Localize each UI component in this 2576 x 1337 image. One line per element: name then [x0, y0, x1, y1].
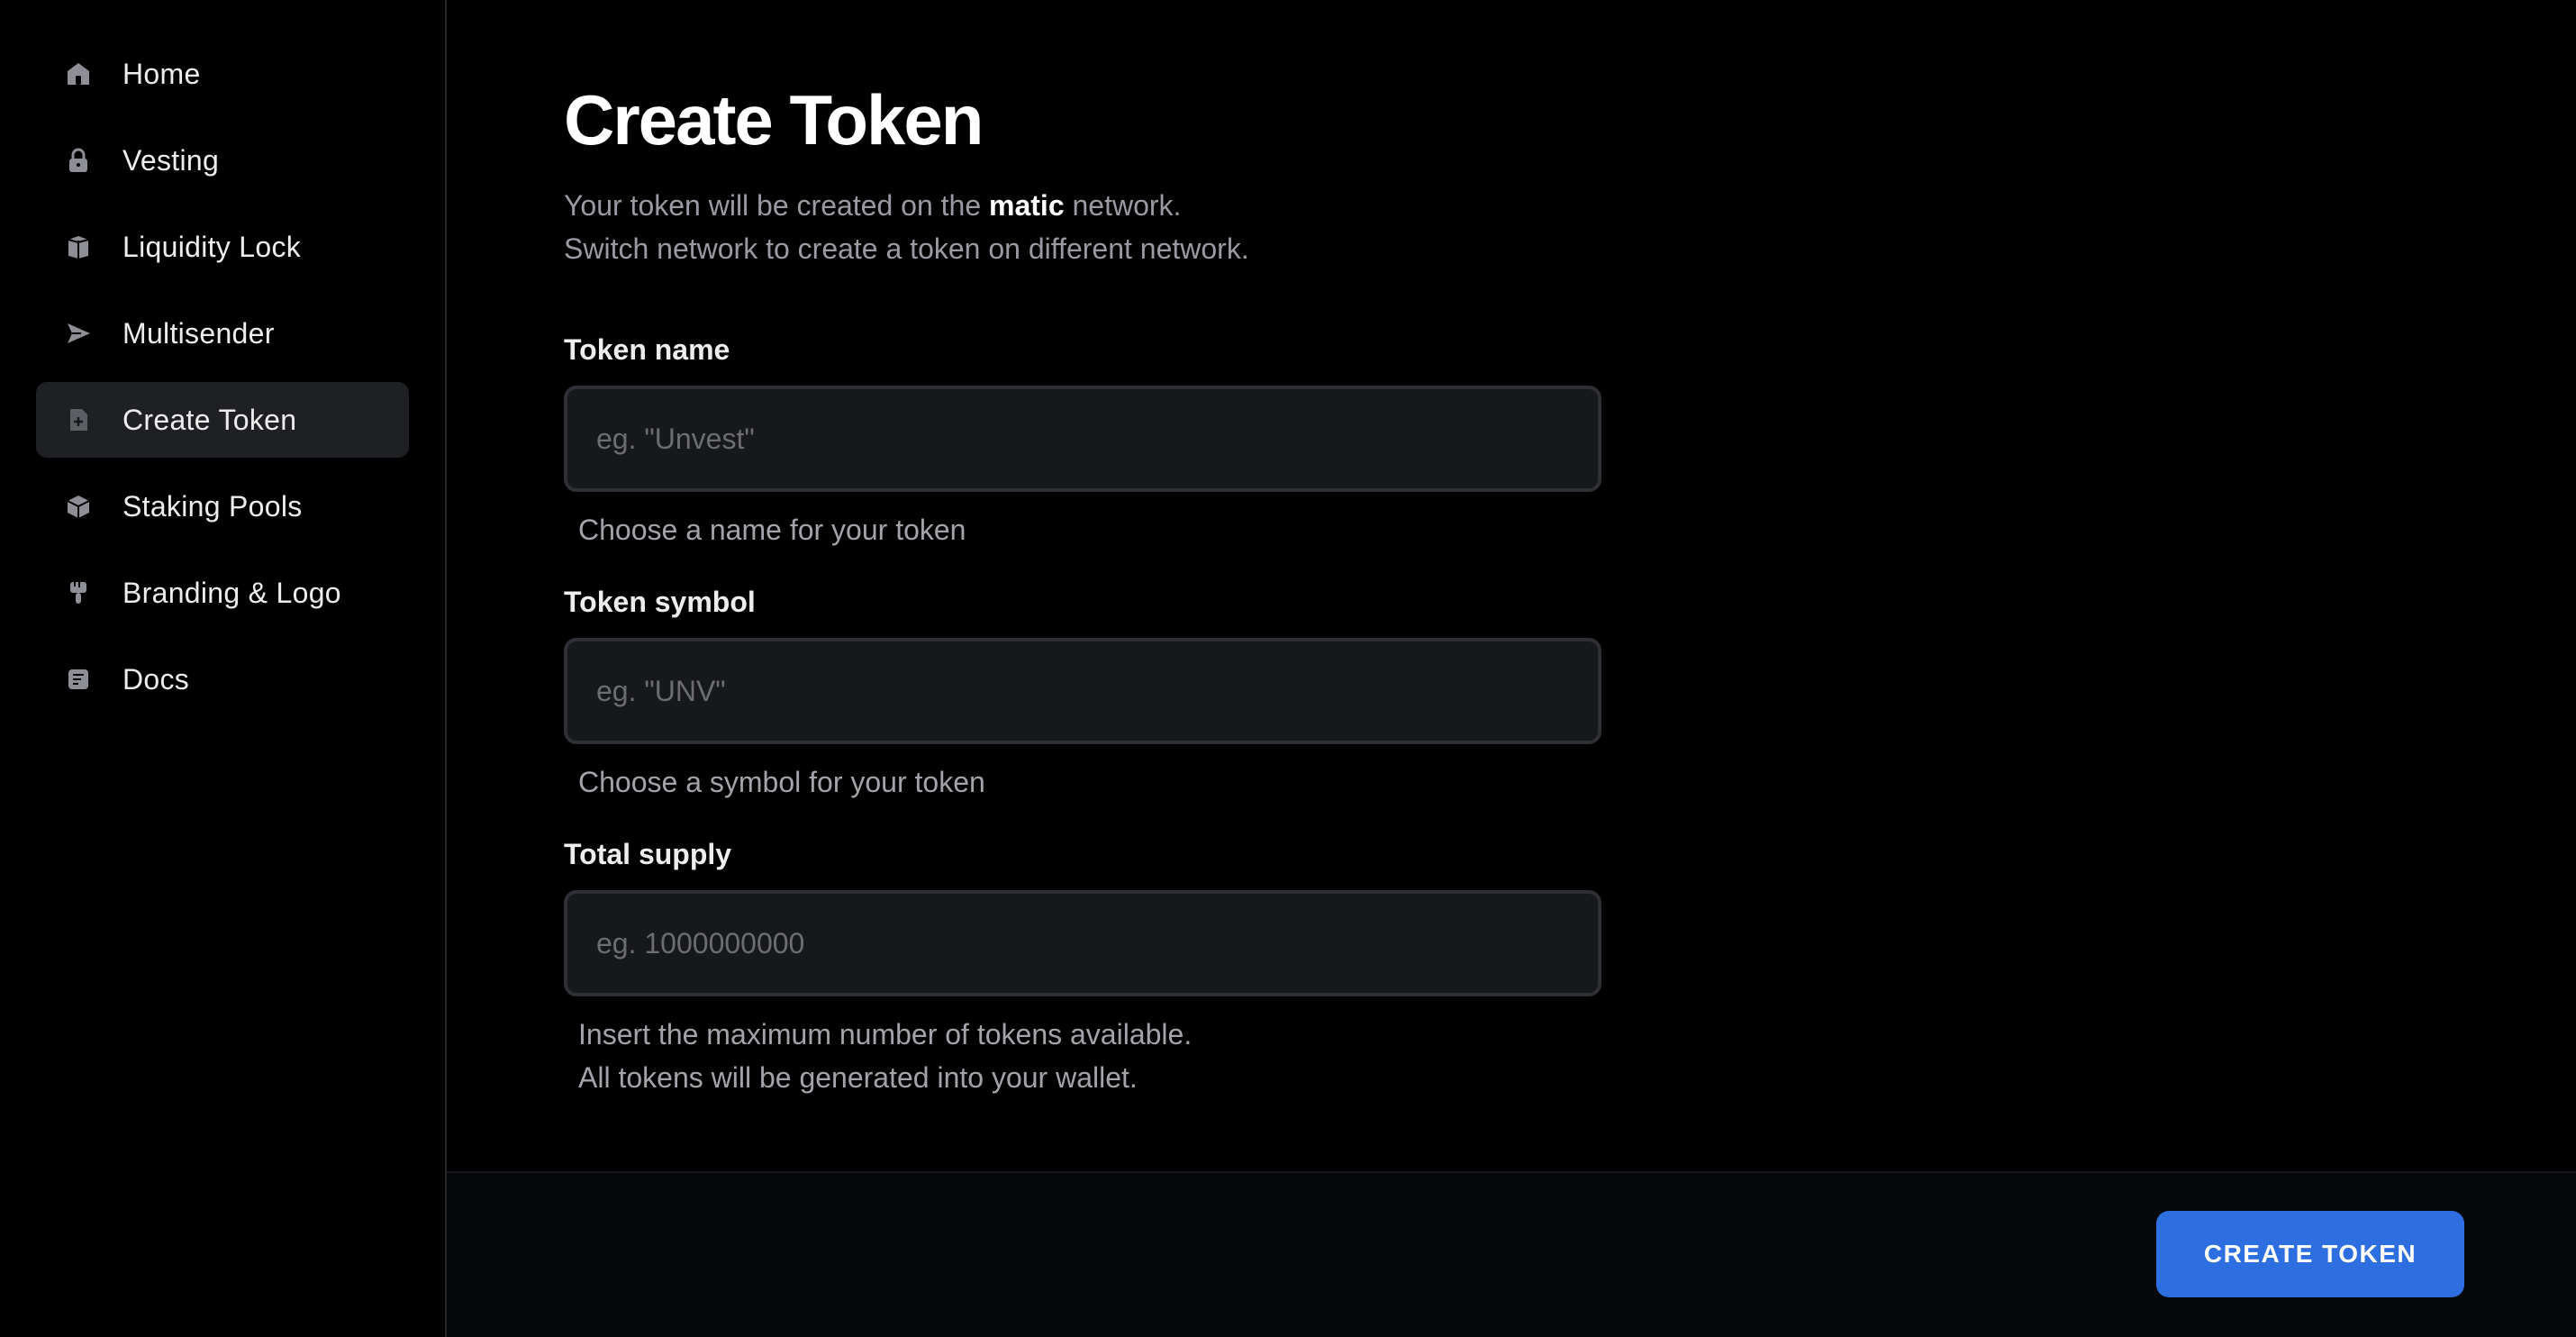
- token-symbol-input[interactable]: [564, 638, 1601, 744]
- sidebar-item-docs[interactable]: Docs: [36, 641, 409, 717]
- sidebar-item-label: Vesting: [122, 143, 220, 177]
- total-supply-help: Insert the maximum number of tokens avai…: [578, 1013, 1192, 1099]
- sidebar-item-multisender[interactable]: Multisender: [36, 296, 409, 371]
- footer-bar: CREATE TOKEN: [447, 1171, 2576, 1337]
- document-add-icon: [65, 406, 92, 433]
- sidebar-item-label: Home: [122, 57, 201, 90]
- sidebar: Home Vesting Liquidity Lock Multisender …: [0, 0, 447, 1337]
- network-name: matic: [989, 189, 1065, 222]
- docs-icon: [65, 666, 92, 693]
- page-subtitle: Your token will be created on the matic …: [564, 184, 1249, 270]
- token-name-help: Choose a name for your token: [578, 514, 966, 546]
- main-content: Create Token Your token will be created …: [447, 0, 2576, 1171]
- token-symbol-help: Choose a symbol for your token: [578, 766, 985, 798]
- page-title: Create Token: [564, 80, 984, 159]
- sidebar-item-label: Liquidity Lock: [122, 230, 302, 263]
- sidebar-item-label: Create Token: [122, 403, 297, 436]
- sidebar-item-liquidity-lock[interactable]: Liquidity Lock: [36, 209, 409, 285]
- subtitle-suffix: network.: [1064, 189, 1182, 222]
- box-icon: [65, 233, 92, 260]
- total-supply-input[interactable]: [564, 890, 1601, 996]
- subtitle-prefix: Your token will be created on the: [564, 189, 990, 222]
- sidebar-item-home[interactable]: Home: [36, 36, 409, 112]
- sidebar-item-vesting[interactable]: Vesting: [36, 123, 409, 198]
- sidebar-item-label: Branding & Logo: [122, 576, 341, 609]
- subtitle-line-1: Your token will be created on the matic …: [564, 184, 1249, 227]
- total-supply-label: Total supply: [564, 838, 732, 870]
- create-token-button[interactable]: CREATE TOKEN: [2156, 1211, 2464, 1297]
- sidebar-item-branding-logo[interactable]: Branding & Logo: [36, 555, 409, 631]
- brush-icon: [65, 579, 92, 606]
- cube-icon: [65, 493, 92, 520]
- token-name-label: Token name: [564, 333, 730, 366]
- sidebar-item-staking-pools[interactable]: Staking Pools: [36, 468, 409, 544]
- sidebar-item-label: Multisender: [122, 316, 275, 350]
- total-supply-help-line-2: All tokens will be generated into your w…: [578, 1061, 1138, 1094]
- subtitle-line-2: Switch network to create a token on diff…: [564, 232, 1249, 265]
- token-symbol-label: Token symbol: [564, 586, 756, 618]
- sidebar-item-label: Staking Pools: [122, 489, 303, 523]
- home-icon: [65, 60, 92, 87]
- token-name-input[interactable]: [564, 386, 1601, 492]
- total-supply-help-line-1: Insert the maximum number of tokens avai…: [578, 1018, 1193, 1050]
- send-icon: [65, 320, 92, 347]
- sidebar-item-label: Docs: [122, 662, 190, 696]
- lock-icon: [65, 147, 92, 174]
- sidebar-item-create-token[interactable]: Create Token: [36, 382, 409, 458]
